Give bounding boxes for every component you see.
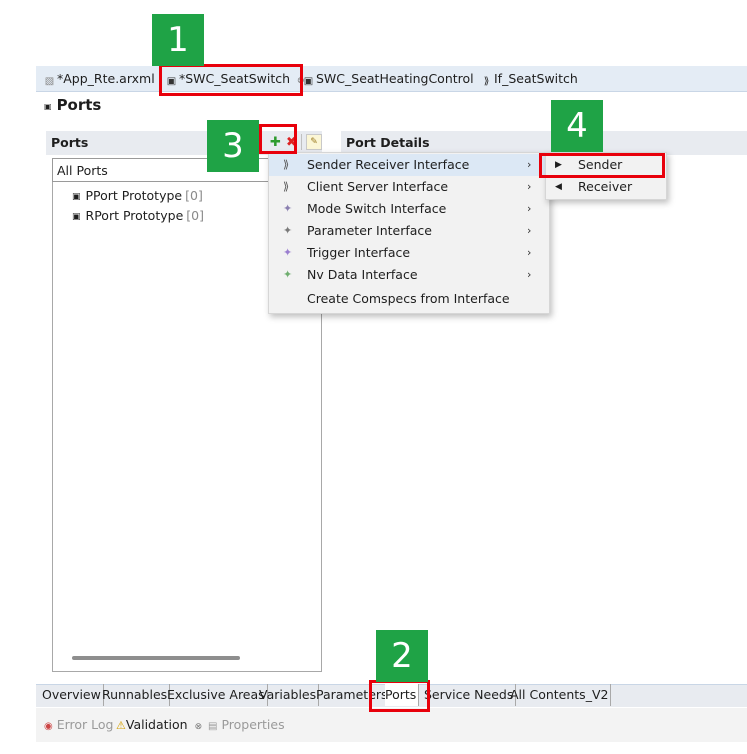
tree-item-label: RPort Prototype	[85, 208, 184, 223]
ports-page-icon: ▣	[44, 102, 52, 111]
highlight-box-sender-item	[539, 153, 665, 178]
tab-app-rte[interactable]: ▧ *App_Rte.arxml	[44, 66, 155, 91]
view-tab-label: Validation	[125, 717, 188, 732]
toolbar-separator	[301, 134, 302, 150]
chevron-right-icon: ›	[527, 202, 532, 215]
menu-item-parameter-interface[interactable]: ✦ Parameter Interface ›	[269, 220, 548, 242]
edit-button[interactable]: ✎	[306, 134, 322, 150]
view-tab-label: Error Log	[56, 717, 114, 732]
tab-swc-seatheatingcontrol[interactable]: ▣ SWC_SeatHeatingControl	[303, 66, 474, 91]
view-tab-properties[interactable]: ▤ Properties	[208, 716, 285, 734]
menu-item-label: Sender Receiver Interface	[307, 157, 470, 172]
menu-item-client-server-interface[interactable]: ⟫ Client Server Interface ›	[269, 176, 548, 198]
nv-data-interface-icon: ✦	[283, 268, 293, 281]
menu-item-label: Create Comspecs from Interface	[307, 291, 510, 306]
tab-label: SWC_SeatHeatingControl	[316, 71, 474, 86]
tab-if-seatswitch[interactable]: ⟫ If_SeatSwitch	[481, 66, 578, 91]
component-icon: ▣	[303, 76, 314, 87]
mode-switch-interface-icon: ✦	[283, 202, 293, 215]
page-title: ▣ Ports	[44, 96, 101, 114]
menu-item-mode-switch-interface[interactable]: ✦ Mode Switch Interface ›	[269, 198, 548, 220]
pport-icon: ▣	[72, 192, 81, 202]
tab-exclusive-areas[interactable]: Exclusive Areas	[167, 684, 268, 706]
tree-item-label: PPort Prototype	[85, 188, 183, 203]
step-badge-2: 2	[376, 630, 428, 682]
tab-label: Variables	[259, 687, 317, 702]
menu-item-label: Nv Data Interface	[307, 267, 418, 282]
horizontal-scrollbar[interactable]	[72, 656, 240, 660]
menu-item-label: Trigger Interface	[307, 245, 411, 260]
ports-filter-value: All Ports	[57, 163, 108, 178]
tab-label: Runnables	[102, 687, 168, 702]
sender-receiver-interface-icon: ⟫	[483, 76, 490, 87]
menu-item-label: Mode Switch Interface	[307, 201, 447, 216]
validation-icon: ⚠	[116, 719, 126, 732]
close-icon[interactable]: ⊗	[195, 722, 203, 732]
tab-label: All Contents_V2	[510, 687, 609, 702]
menu-item-trigger-interface[interactable]: ✦ Trigger Interface ›	[269, 242, 548, 264]
tab-label: Exclusive Areas	[167, 687, 265, 702]
tab-label: Service Needs	[424, 687, 514, 702]
properties-icon: ▤	[208, 721, 218, 732]
highlight-box-add-button	[259, 124, 297, 154]
chevron-right-icon: ›	[527, 246, 532, 259]
tab-variables[interactable]: Variables	[259, 684, 320, 706]
error-log-icon: ◉	[44, 721, 53, 732]
tab-label: *App_Rte.arxml	[57, 71, 155, 86]
tree-item-rport[interactable]: ▣ RPort Prototype [0]	[72, 207, 204, 225]
client-server-interface-icon: ⟫	[283, 180, 290, 193]
menu-item-nv-data-interface[interactable]: ✦ Nv Data Interface ›	[269, 264, 548, 286]
step-badge-4: 4	[551, 100, 603, 152]
view-tab-error-log[interactable]: ◉ Error Log	[44, 716, 114, 734]
chevron-right-icon: ›	[527, 180, 532, 193]
tab-runnables[interactable]: Runnables	[102, 684, 171, 706]
view-tab-validation[interactable]: ⚠Validation ⊗	[116, 716, 202, 734]
chevron-right-icon: ›	[527, 158, 532, 171]
tree-item-count: [0]	[185, 188, 203, 203]
menu-item-label: Client Server Interface	[307, 179, 449, 194]
receiver-port-icon: ◀	[555, 182, 562, 192]
tree-item-count: [0]	[186, 208, 204, 223]
port-details-label: Port Details	[346, 135, 430, 150]
highlight-box-editor-tab	[159, 64, 303, 96]
step-badge-1: 1	[152, 14, 204, 66]
tab-label: If_SeatSwitch	[494, 71, 578, 86]
menu-item-label: Parameter Interface	[307, 223, 432, 238]
tab-service-needs[interactable]: Service Needs	[424, 684, 517, 706]
ports-header-label: Ports	[51, 135, 89, 150]
menu-item-create-comspecs[interactable]: Create Comspecs from Interface	[269, 288, 548, 310]
arxml-file-icon: ▧	[44, 76, 55, 87]
tab-label: Overview	[42, 687, 101, 702]
highlight-box-ports-tab	[369, 680, 430, 712]
tab-all-contents-v2[interactable]: All Contents_V2	[510, 684, 612, 706]
tab-overview[interactable]: Overview	[42, 684, 104, 706]
page-title-text: Ports	[56, 96, 102, 114]
submenu-item-label: Receiver	[578, 179, 633, 194]
chevron-right-icon: ›	[527, 268, 532, 281]
menu-item-sender-receiver-interface[interactable]: ⟫ Sender Receiver Interface ›	[269, 154, 548, 176]
tree-item-pport[interactable]: ▣ PPort Prototype [0]	[72, 187, 203, 205]
chevron-right-icon: ›	[527, 224, 532, 237]
trigger-interface-icon: ✦	[283, 246, 293, 259]
view-tab-label: Properties	[221, 717, 285, 732]
step-badge-3: 3	[207, 120, 259, 172]
parameter-interface-icon: ✦	[283, 224, 293, 237]
submenu-item-receiver[interactable]: ◀ Receiver	[546, 176, 665, 198]
edit-icon: ✎	[310, 137, 318, 147]
sender-receiver-interface-icon: ⟫	[283, 158, 290, 171]
rport-icon: ▣	[72, 212, 81, 222]
